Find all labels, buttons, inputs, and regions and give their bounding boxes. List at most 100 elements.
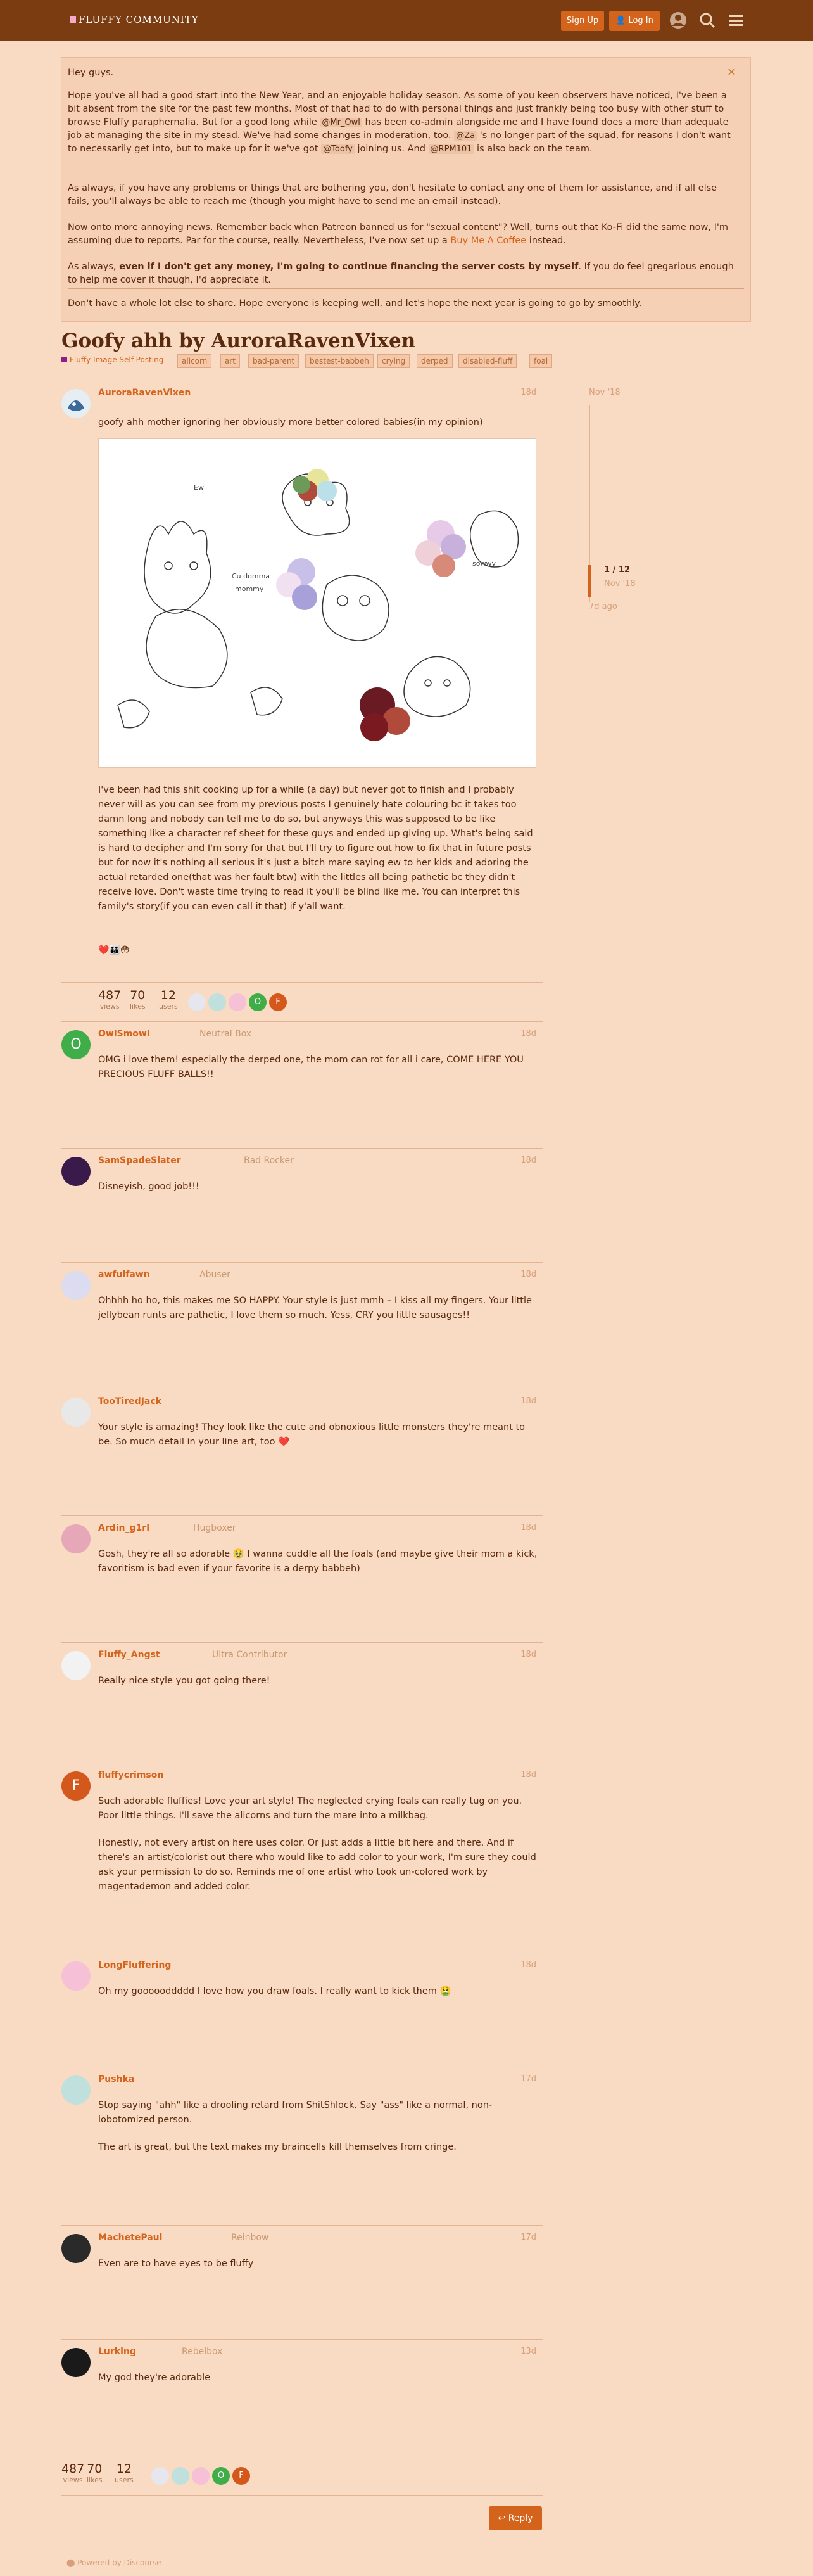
avatar[interactable] bbox=[61, 2075, 91, 2105]
menu-icon[interactable] bbox=[727, 11, 746, 30]
reply-post: SamSpadeSlater Bad Rocker 18d Disneyish, go… bbox=[61, 1154, 543, 1262]
post-username[interactable]: AuroraRavenVixen bbox=[98, 388, 191, 398]
avatar[interactable] bbox=[192, 2467, 210, 2485]
timeline-handle[interactable] bbox=[588, 565, 591, 597]
post-image[interactable]: Cu domma mommy Ew sowwy bbox=[98, 438, 536, 768]
reply-post: TooTiredJack 18d Your style is amazing! Th… bbox=[61, 1395, 543, 1503]
avatar[interactable]: O bbox=[212, 2467, 230, 2485]
post-date[interactable]: 13d bbox=[520, 2347, 536, 2356]
topic-category[interactable]: Fluffy Image Self-Posting bbox=[61, 355, 163, 364]
avatar[interactable] bbox=[188, 993, 206, 1011]
post-username[interactable]: Lurking bbox=[98, 2347, 136, 2357]
topic-title[interactable]: Goofy ahh by AuroraRavenVixen bbox=[61, 329, 415, 352]
post-username[interactable]: Fluffy_Angst bbox=[98, 1650, 160, 1660]
topic-tag[interactable]: art bbox=[220, 354, 240, 368]
post-username[interactable]: TooTiredJack bbox=[98, 1396, 161, 1406]
timeline-end[interactable]: 7d ago bbox=[589, 602, 617, 611]
banner-paragraph-5: Don't have a whole lot else to share. Ho… bbox=[68, 298, 642, 309]
banner-divider bbox=[68, 288, 744, 289]
banner-paragraph-4: As always, even if I don't get any money… bbox=[68, 262, 734, 285]
buy-me-a-coffee-link[interactable]: Buy Me A Coffee bbox=[450, 236, 526, 246]
topic-tag[interactable]: alicorn bbox=[177, 354, 212, 368]
post-paragraph: OMG i love them! especially the derped o… bbox=[98, 1055, 524, 1080]
mention-link[interactable]: @Toofy bbox=[321, 144, 355, 154]
post-username[interactable]: SamSpadeSlater bbox=[98, 1156, 181, 1166]
post-date[interactable]: 18d bbox=[520, 388, 536, 397]
avatar[interactable] bbox=[61, 389, 91, 418]
post-paragraph: Ohhhh ho ho, this makes me SO HAPPY. You… bbox=[98, 1296, 532, 1320]
user-title: Abuser bbox=[199, 1270, 230, 1280]
post-date[interactable]: 18d bbox=[520, 1523, 536, 1533]
avatar[interactable] bbox=[61, 1961, 91, 1991]
post-username[interactable]: Ardin_g1rl bbox=[98, 1523, 149, 1533]
reply-post: Ardin_g1rl Hugboxer 18d Gosh, they're all s… bbox=[61, 1522, 543, 1629]
avatar[interactable]: O bbox=[61, 1030, 91, 1059]
post-body: My god they're adorable bbox=[98, 2371, 541, 2398]
mention-link[interactable]: @Mr_Owl bbox=[320, 118, 362, 127]
avatar[interactable] bbox=[61, 1651, 91, 1680]
post-username[interactable]: awfulfawn bbox=[98, 1270, 150, 1280]
site-logo[interactable]: FLUFFY COMMUNITY bbox=[70, 14, 199, 25]
avatar[interactable] bbox=[61, 2234, 91, 2263]
avatar[interactable] bbox=[61, 2348, 91, 2377]
fluffy-sketch-image: Cu domma mommy Ew sowwy bbox=[117, 469, 519, 741]
topic-tag[interactable]: bad-parent bbox=[248, 354, 299, 368]
reply-post: Pushka 17d Stop saying "ahh" like a drooli… bbox=[61, 2073, 543, 2181]
reply-button[interactable]: ↩ Reply bbox=[489, 2506, 542, 2530]
topic-tag[interactable]: derped bbox=[417, 354, 453, 368]
mention-link[interactable]: @RPM101 bbox=[428, 144, 474, 154]
topic-tag[interactable]: disabled-fluff bbox=[458, 354, 517, 368]
svg-text:Ew: Ew bbox=[194, 483, 204, 492]
post-date[interactable]: 18d bbox=[520, 1396, 536, 1406]
post-username[interactable]: MachetePaul bbox=[98, 2233, 162, 2243]
post-date[interactable]: 18d bbox=[520, 1029, 536, 1038]
avatar[interactable] bbox=[172, 2467, 189, 2485]
logo-text: FLUFFY COMMUNITY bbox=[79, 14, 199, 25]
search-icon[interactable] bbox=[698, 11, 717, 30]
timeline-start[interactable]: Nov '18 bbox=[589, 388, 621, 397]
post-date[interactable]: 18d bbox=[520, 1960, 536, 1970]
topic-tag[interactable]: foal bbox=[529, 354, 553, 368]
post-date[interactable]: 17d bbox=[520, 2074, 536, 2084]
post-username[interactable]: OwlSmowl bbox=[98, 1029, 150, 1039]
post-body: Such adorable fluffies! Love your art st… bbox=[98, 1794, 541, 1907]
post-date[interactable]: 18d bbox=[520, 1650, 536, 1659]
topic-tag[interactable]: bestest-babbeh bbox=[305, 354, 374, 368]
post-username[interactable]: fluffycrimson bbox=[98, 1770, 163, 1780]
post-divider bbox=[61, 982, 543, 983]
reply-post: O OwlSmowl Neutral Box 18d OMG i love them! … bbox=[61, 1028, 543, 1135]
post-username[interactable]: Pushka bbox=[98, 2074, 134, 2084]
post-username[interactable]: LongFluffering bbox=[98, 1960, 171, 1970]
avatar[interactable] bbox=[208, 993, 226, 1011]
avatar[interactable] bbox=[229, 993, 246, 1011]
post-intro: goofy ahh mother ignoring her obviously … bbox=[98, 418, 483, 428]
post-date[interactable]: 18d bbox=[520, 1270, 536, 1279]
login-button[interactable]: 👤 Log In bbox=[609, 11, 660, 31]
post-date[interactable]: 18d bbox=[520, 1770, 536, 1780]
views-stat: 487 views bbox=[98, 988, 122, 1011]
avatar[interactable]: F bbox=[269, 993, 287, 1011]
topic-map: 487 views 70 likes 12 users O F bbox=[98, 988, 541, 1016]
avatar[interactable] bbox=[61, 1157, 91, 1186]
mention-link[interactable]: @Za bbox=[454, 131, 477, 141]
avatar[interactable] bbox=[61, 1398, 91, 1427]
powered-by[interactable]: ⬤ Powered by Discourse bbox=[66, 2558, 161, 2567]
post-date[interactable]: 17d bbox=[520, 2233, 536, 2242]
avatar[interactable]: F bbox=[61, 1771, 91, 1801]
post-paragraph: Oh my goooooddddd I love how you draw fo… bbox=[98, 1986, 451, 1996]
reply-post: Ffluffycrimson 18d Such adorable fluffies!… bbox=[61, 1769, 543, 1892]
avatar[interactable] bbox=[61, 1271, 91, 1300]
post-body: Ohhhh ho ho, this makes me SO HAPPY. You… bbox=[98, 1294, 541, 1336]
signup-button[interactable]: Sign Up bbox=[561, 11, 604, 31]
avatar[interactable]: F bbox=[232, 2467, 250, 2485]
avatar[interactable] bbox=[151, 2467, 169, 2485]
account-icon[interactable] bbox=[669, 11, 688, 30]
avatar[interactable] bbox=[61, 1524, 91, 1553]
avatar[interactable]: O bbox=[249, 993, 267, 1011]
post-body: I've been had this shit cooking up for a… bbox=[98, 785, 533, 912]
banner-greeting: Hey guys. bbox=[68, 68, 114, 78]
post-reactions[interactable]: ❤️👪😳 bbox=[98, 945, 129, 955]
post-date[interactable]: 18d bbox=[520, 1156, 536, 1165]
topic-tag[interactable]: crying bbox=[377, 354, 410, 368]
topic-timeline[interactable]: Nov '18 1 / 12 Nov '18 7d ago bbox=[588, 388, 715, 616]
